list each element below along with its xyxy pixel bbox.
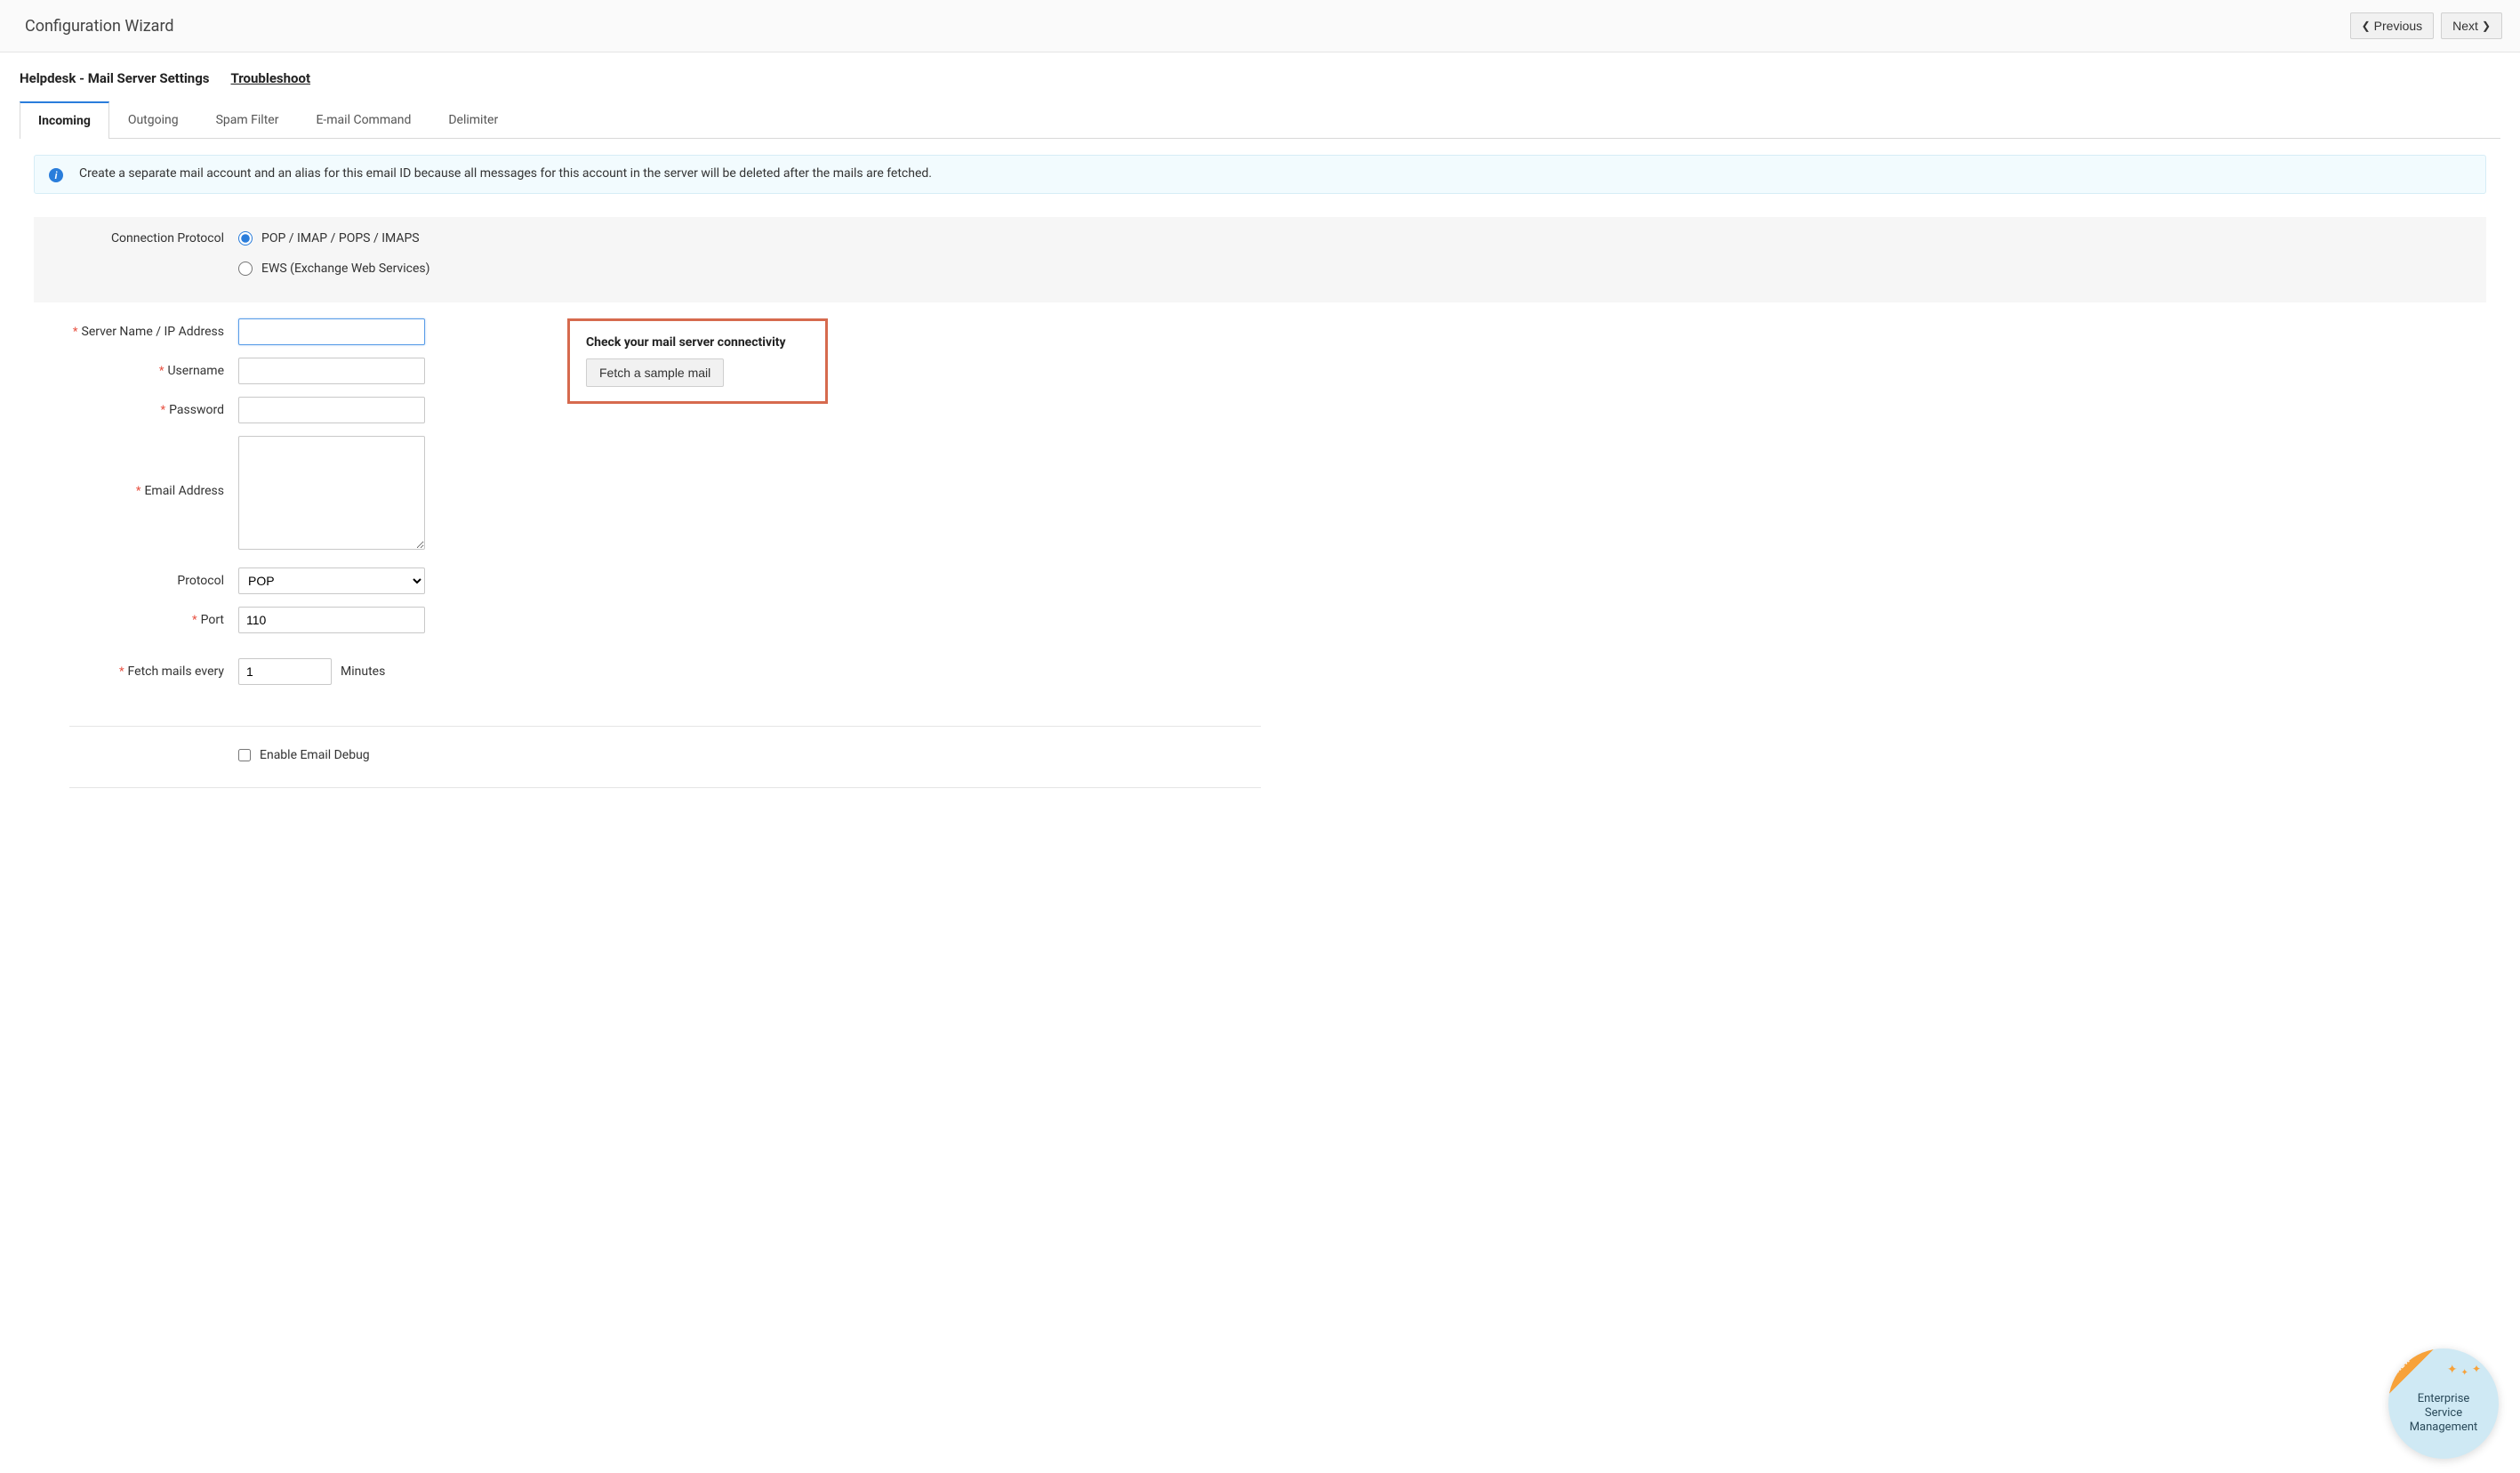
chevron-right-icon: ❯ xyxy=(2482,20,2491,31)
username-input[interactable] xyxy=(238,358,425,384)
esm-line2: Service xyxy=(2410,1406,2478,1421)
sparkle-icon: ✦✦✦ xyxy=(2447,1363,2481,1378)
fetch-interval-unit: Minutes xyxy=(341,664,385,679)
protocol-label: Protocol xyxy=(177,574,224,588)
section-divider xyxy=(69,726,1261,727)
tab-email-command[interactable]: E-mail Command xyxy=(297,101,429,139)
protocol-select[interactable]: POP xyxy=(238,567,425,594)
previous-button[interactable]: ❮ Previous xyxy=(2350,12,2435,39)
tab-incoming[interactable]: Incoming xyxy=(20,101,109,139)
server-label: Server Name / IP Address xyxy=(82,325,225,339)
content-wrap: Helpdesk - Mail Server Settings Troubles… xyxy=(0,52,2520,845)
tab-delimiter[interactable]: Delimiter xyxy=(429,101,517,139)
tab-content: i Create a separate mail account and an … xyxy=(20,139,2500,788)
esm-line3: Management xyxy=(2410,1421,2478,1435)
troubleshoot-link[interactable]: Troubleshoot xyxy=(230,70,310,86)
tab-spam-filter[interactable]: Spam Filter xyxy=(197,101,298,139)
password-label: Password xyxy=(169,403,224,417)
chevron-left-icon: ❮ xyxy=(2362,20,2371,31)
info-icon: i xyxy=(49,168,63,182)
tabset: Incoming Outgoing Spam Filter E-mail Com… xyxy=(20,101,2500,139)
page-header: Configuration Wizard ❮ Previous Next ❯ xyxy=(0,0,2520,52)
password-input[interactable] xyxy=(238,397,425,423)
enable-email-debug-label: Enable Email Debug xyxy=(260,748,370,762)
ribbon-icon xyxy=(2388,1348,2438,1398)
enable-email-debug-checkbox[interactable] xyxy=(238,749,251,761)
connection-protocol-label: Connection Protocol xyxy=(34,231,238,246)
radio-pop-imap-label: POP / IMAP / POPS / IMAPS xyxy=(261,231,420,246)
connectivity-title: Check your mail server connectivity xyxy=(586,335,786,350)
form-two-column: *Server Name / IP Address *Username *Pas… xyxy=(34,318,2486,697)
form-left-column: *Server Name / IP Address *Username *Pas… xyxy=(34,318,425,697)
next-button[interactable]: Next ❯ xyxy=(2441,12,2502,39)
form-right-column: Check your mail server connectivity Fetc… xyxy=(567,318,828,404)
connectivity-box: Check your mail server connectivity Fetc… xyxy=(567,318,828,404)
radio-ews-label: EWS (Exchange Web Services) xyxy=(261,262,429,276)
email-label: Email Address xyxy=(144,484,224,498)
connection-protocol-section: Connection Protocol POP / IMAP / POPS / … xyxy=(34,217,2486,302)
fetch-interval-input[interactable] xyxy=(238,658,332,685)
fetch-sample-mail-button[interactable]: Fetch a sample mail xyxy=(586,358,724,387)
page-title: Configuration Wizard xyxy=(25,17,174,36)
port-label: Port xyxy=(201,613,224,627)
previous-button-label: Previous xyxy=(2374,19,2422,33)
server-name-input[interactable] xyxy=(238,318,425,345)
port-input[interactable] xyxy=(238,607,425,633)
fetch-interval-label: Fetch mails every xyxy=(128,664,224,679)
section-titles: Helpdesk - Mail Server Settings Troubles… xyxy=(20,70,2500,86)
info-banner: i Create a separate mail account and an … xyxy=(34,155,2486,194)
section-divider-bottom xyxy=(69,787,1261,788)
radio-pop-imap[interactable] xyxy=(238,231,253,246)
section-main-title: Helpdesk - Mail Server Settings xyxy=(20,70,209,86)
wizard-nav: ❮ Previous Next ❯ xyxy=(2350,12,2502,39)
radio-ews[interactable] xyxy=(238,262,253,276)
username-label: Username xyxy=(167,364,224,378)
tab-outgoing[interactable]: Outgoing xyxy=(109,101,197,139)
esm-promo-badge[interactable]: NEW ✦✦✦ Enterprise Service Management xyxy=(2388,1348,2499,1459)
next-button-label: Next xyxy=(2452,19,2478,33)
info-text: Create a separate mail account and an al… xyxy=(79,166,932,181)
email-address-input[interactable] xyxy=(238,436,425,550)
